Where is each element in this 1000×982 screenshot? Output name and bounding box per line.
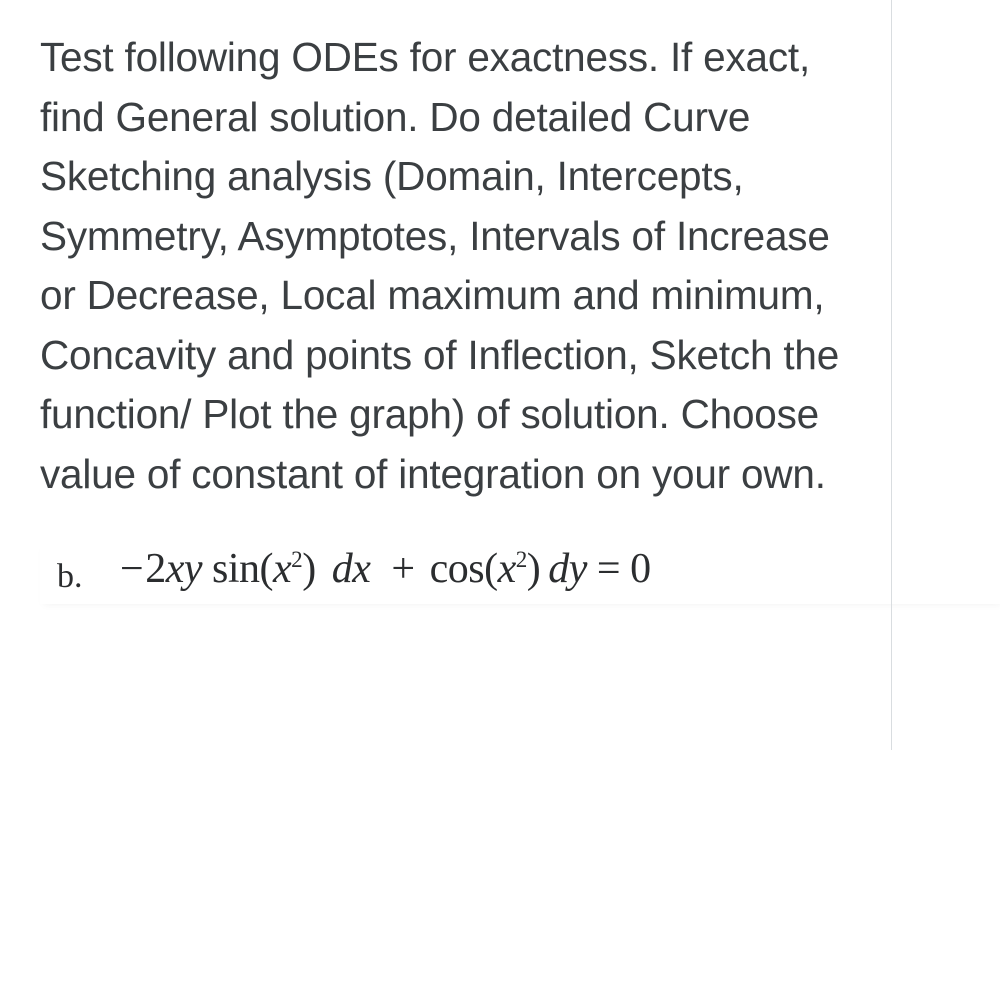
equation-item: b. −2xy sin(x2)dx+ cos(x2)dy=0 bbox=[40, 542, 1000, 604]
coef-2: 2 bbox=[145, 546, 166, 592]
exp-2-2: 2 bbox=[516, 546, 527, 572]
item-label: b. bbox=[45, 542, 119, 594]
fn-cos: cos bbox=[430, 546, 485, 592]
rparen-1: ) bbox=[302, 546, 316, 592]
exp-2-1: 2 bbox=[291, 546, 302, 572]
rparen-2: ) bbox=[527, 546, 541, 592]
dx-d: d bbox=[332, 546, 353, 592]
fn-sin: sin bbox=[212, 546, 260, 592]
minus-sign: − bbox=[120, 546, 143, 592]
problem-instructions: Test following ODEs for exactness. If ex… bbox=[40, 28, 850, 504]
dx-x: x bbox=[352, 546, 370, 592]
plus-sign: + bbox=[391, 546, 414, 592]
document-page: Test following ODEs for exactness. If ex… bbox=[0, 0, 1000, 982]
arg-x-1: x bbox=[273, 546, 291, 592]
vertical-divider bbox=[891, 0, 892, 750]
var-y: y bbox=[184, 546, 202, 592]
var-x: x bbox=[166, 546, 184, 592]
lparen-2: ( bbox=[484, 546, 498, 592]
dy-y: y bbox=[569, 546, 587, 592]
arg-x-2: x bbox=[498, 546, 516, 592]
zero: 0 bbox=[630, 546, 651, 592]
equals-sign: = bbox=[597, 546, 620, 592]
dy-d: d bbox=[548, 546, 569, 592]
ode-equation: −2xy sin(x2)dx+ cos(x2)dy=0 bbox=[119, 542, 651, 590]
lparen-1: ( bbox=[260, 546, 274, 592]
